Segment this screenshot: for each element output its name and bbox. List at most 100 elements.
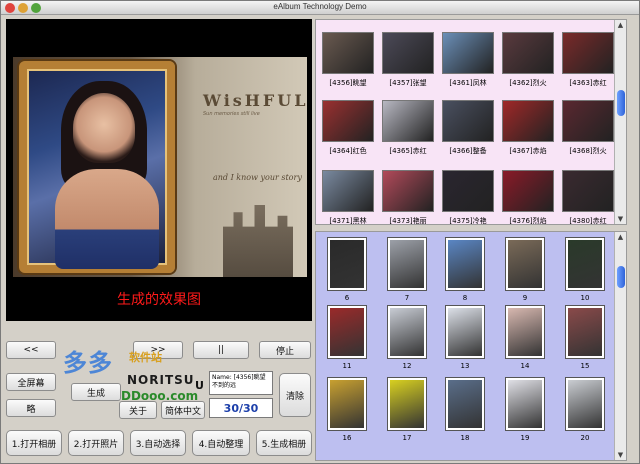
- album-thumbnail-caption: [4380]赤红: [569, 217, 607, 225]
- album-preview: WisHFUL Sun memories still live and I kn…: [6, 19, 312, 321]
- selected-thumbnail-number: 14: [520, 362, 530, 370]
- album-thumbnail-caption: [4363]赤红: [569, 79, 607, 87]
- selected-thumbnail[interactable]: [506, 238, 544, 290]
- selected-thumbnail[interactable]: [328, 238, 366, 290]
- album-thumbnail-caption: [4361]凤林: [449, 79, 487, 87]
- step-auto-arrange-button[interactable]: 4.自动整理: [192, 430, 250, 456]
- selected-thumbnail-number: 11: [342, 362, 352, 370]
- selected-thumbnail[interactable]: [388, 378, 426, 430]
- album-thumbnail[interactable]: [502, 32, 554, 74]
- window-title: eAlbum Technology Demo: [273, 2, 367, 11]
- album-thumbnail[interactable]: [322, 32, 374, 74]
- castle-image: [223, 205, 293, 277]
- scroll-up-icon[interactable]: ▲: [615, 232, 626, 242]
- step-open-photos-button[interactable]: 2.打开照片: [68, 430, 124, 456]
- selected-thumbnail[interactable]: [506, 378, 544, 430]
- scroll-thumb[interactable]: [617, 266, 625, 288]
- selected-thumbnail[interactable]: [388, 306, 426, 358]
- watermark-url: DDooo.com: [121, 389, 199, 403]
- clear-button[interactable]: 清除: [279, 373, 311, 417]
- small-button[interactable]: 略: [6, 399, 56, 417]
- selected-thumbnail[interactable]: [446, 378, 484, 430]
- watermark-noritsu: NORITSU: [127, 373, 195, 387]
- scroll-down-icon[interactable]: ▼: [615, 450, 626, 460]
- selected-thumbnail-number: 10: [580, 294, 590, 302]
- selected-thumbnail-number: 16: [342, 434, 352, 442]
- selected-thumbnail[interactable]: [506, 306, 544, 358]
- selected-thumbnail-number: 18: [460, 434, 470, 442]
- album-thumbnail[interactable]: [502, 100, 554, 142]
- selected-thumbnail-number: 20: [580, 434, 590, 442]
- app-window: eAlbum Technology Demo WisHFUL Sun memor…: [0, 0, 640, 464]
- selected-thumbnail-number: 6: [344, 294, 350, 302]
- selected-thumbnail[interactable]: [446, 238, 484, 290]
- album-thumbnail-caption: [4357]张望: [389, 79, 427, 87]
- selected-thumbnail-number: 8: [462, 294, 468, 302]
- top-scrollbar[interactable]: ▲ ▼: [614, 20, 626, 224]
- album-thumbnail-caption: [4367]赤焰: [509, 147, 547, 155]
- album-thumbnail-caption: [4362]烈火: [509, 79, 547, 87]
- album-thumbnail[interactable]: [562, 32, 614, 74]
- album-thumbnail-caption: [4375]冷艳: [449, 217, 487, 225]
- album-thumbnail[interactable]: [502, 170, 554, 212]
- album-thumbnail-caption: [4366]整备: [449, 147, 487, 155]
- album-thumbnail[interactable]: [382, 100, 434, 142]
- language-button[interactable]: 简体中文: [161, 401, 205, 419]
- watermark-site: 软件站: [129, 351, 162, 364]
- selected-photo-grid[interactable]: ▲ ▼ 6 7 8 9 10 11 12 13 14 15 16 17 18 19 20: [315, 231, 627, 461]
- step-open-album-button[interactable]: 1.打开相册: [6, 430, 62, 456]
- album-photo-list[interactable]: ▲ ▼ [4356]眺望 [4357]张望 [4361]凤林 [4362]烈火 [436…: [315, 19, 627, 225]
- photo-name-field[interactable]: Name: [4356]眺望不到的远: [209, 371, 273, 395]
- step-generate-album-button[interactable]: 5.生成相册: [256, 430, 312, 456]
- album-thumbnail-caption: [4373]艳丽: [389, 217, 427, 225]
- selected-thumbnail[interactable]: [446, 306, 484, 358]
- album-thumbnail[interactable]: [322, 170, 374, 212]
- album-thumbnail-caption: [4364]红色: [329, 147, 367, 155]
- album-thumbnail[interactable]: [442, 170, 494, 212]
- preview-photo: WisHFUL Sun memories still live and I kn…: [13, 57, 307, 277]
- album-thumbnail-caption: [4365]赤红: [389, 147, 427, 155]
- album-thumbnail-caption: [4356]眺望: [329, 79, 367, 87]
- selected-thumbnail-number: 19: [520, 434, 530, 442]
- selected-thumbnail-number: 12: [402, 362, 412, 370]
- scroll-thumb[interactable]: [617, 90, 625, 116]
- fullscreen-button[interactable]: 全屏幕: [6, 373, 56, 391]
- selected-thumbnail-number: 9: [522, 294, 528, 302]
- album-thumbnail[interactable]: [382, 170, 434, 212]
- selected-thumbnail-number: 15: [580, 362, 590, 370]
- photo-counter: 30/30: [209, 398, 273, 418]
- preview-tagline: and I know your story: [213, 173, 302, 182]
- stop-button[interactable]: 停止: [259, 341, 311, 359]
- selected-thumbnail[interactable]: [388, 238, 426, 290]
- album-thumbnail[interactable]: [562, 170, 614, 212]
- prev-button[interactable]: <<: [6, 341, 56, 359]
- album-thumbnail[interactable]: [562, 100, 614, 142]
- ornate-frame: [19, 61, 175, 273]
- title-bar: eAlbum Technology Demo: [1, 1, 639, 15]
- preview-brand: WisHFUL: [203, 91, 307, 110]
- step-auto-select-button[interactable]: 3.自动选择: [130, 430, 186, 456]
- album-thumbnail-caption: [4368]烈火: [569, 147, 607, 155]
- selected-thumbnail[interactable]: [566, 238, 604, 290]
- album-thumbnail[interactable]: [382, 32, 434, 74]
- bottom-scrollbar[interactable]: ▲ ▼: [614, 232, 626, 460]
- album-thumbnail[interactable]: [442, 100, 494, 142]
- album-thumbnail-caption: [4376]烈焰: [509, 217, 547, 225]
- watermark-brand: 多多: [63, 348, 113, 377]
- album-thumbnail[interactable]: [442, 32, 494, 74]
- selected-thumbnail-number: 13: [460, 362, 470, 370]
- album-thumbnail[interactable]: [322, 100, 374, 142]
- selected-thumbnail[interactable]: [328, 306, 366, 358]
- selected-thumbnail[interactable]: [566, 306, 604, 358]
- scroll-up-icon[interactable]: ▲: [615, 20, 626, 30]
- selected-thumbnail-number: 17: [402, 434, 412, 442]
- album-thumbnail-caption: [4371]黑林: [329, 217, 367, 225]
- selected-thumbnail-number: 7: [404, 294, 410, 302]
- pause-button[interactable]: ||: [193, 341, 249, 359]
- generate-button[interactable]: 生成: [71, 383, 121, 401]
- about-button[interactable]: 关于: [119, 401, 157, 419]
- selected-thumbnail[interactable]: [328, 378, 366, 430]
- preview-brand-sub: Sun memories still live: [203, 111, 260, 117]
- selected-thumbnail[interactable]: [566, 378, 604, 430]
- preview-caption: 生成的效果图: [117, 292, 201, 308]
